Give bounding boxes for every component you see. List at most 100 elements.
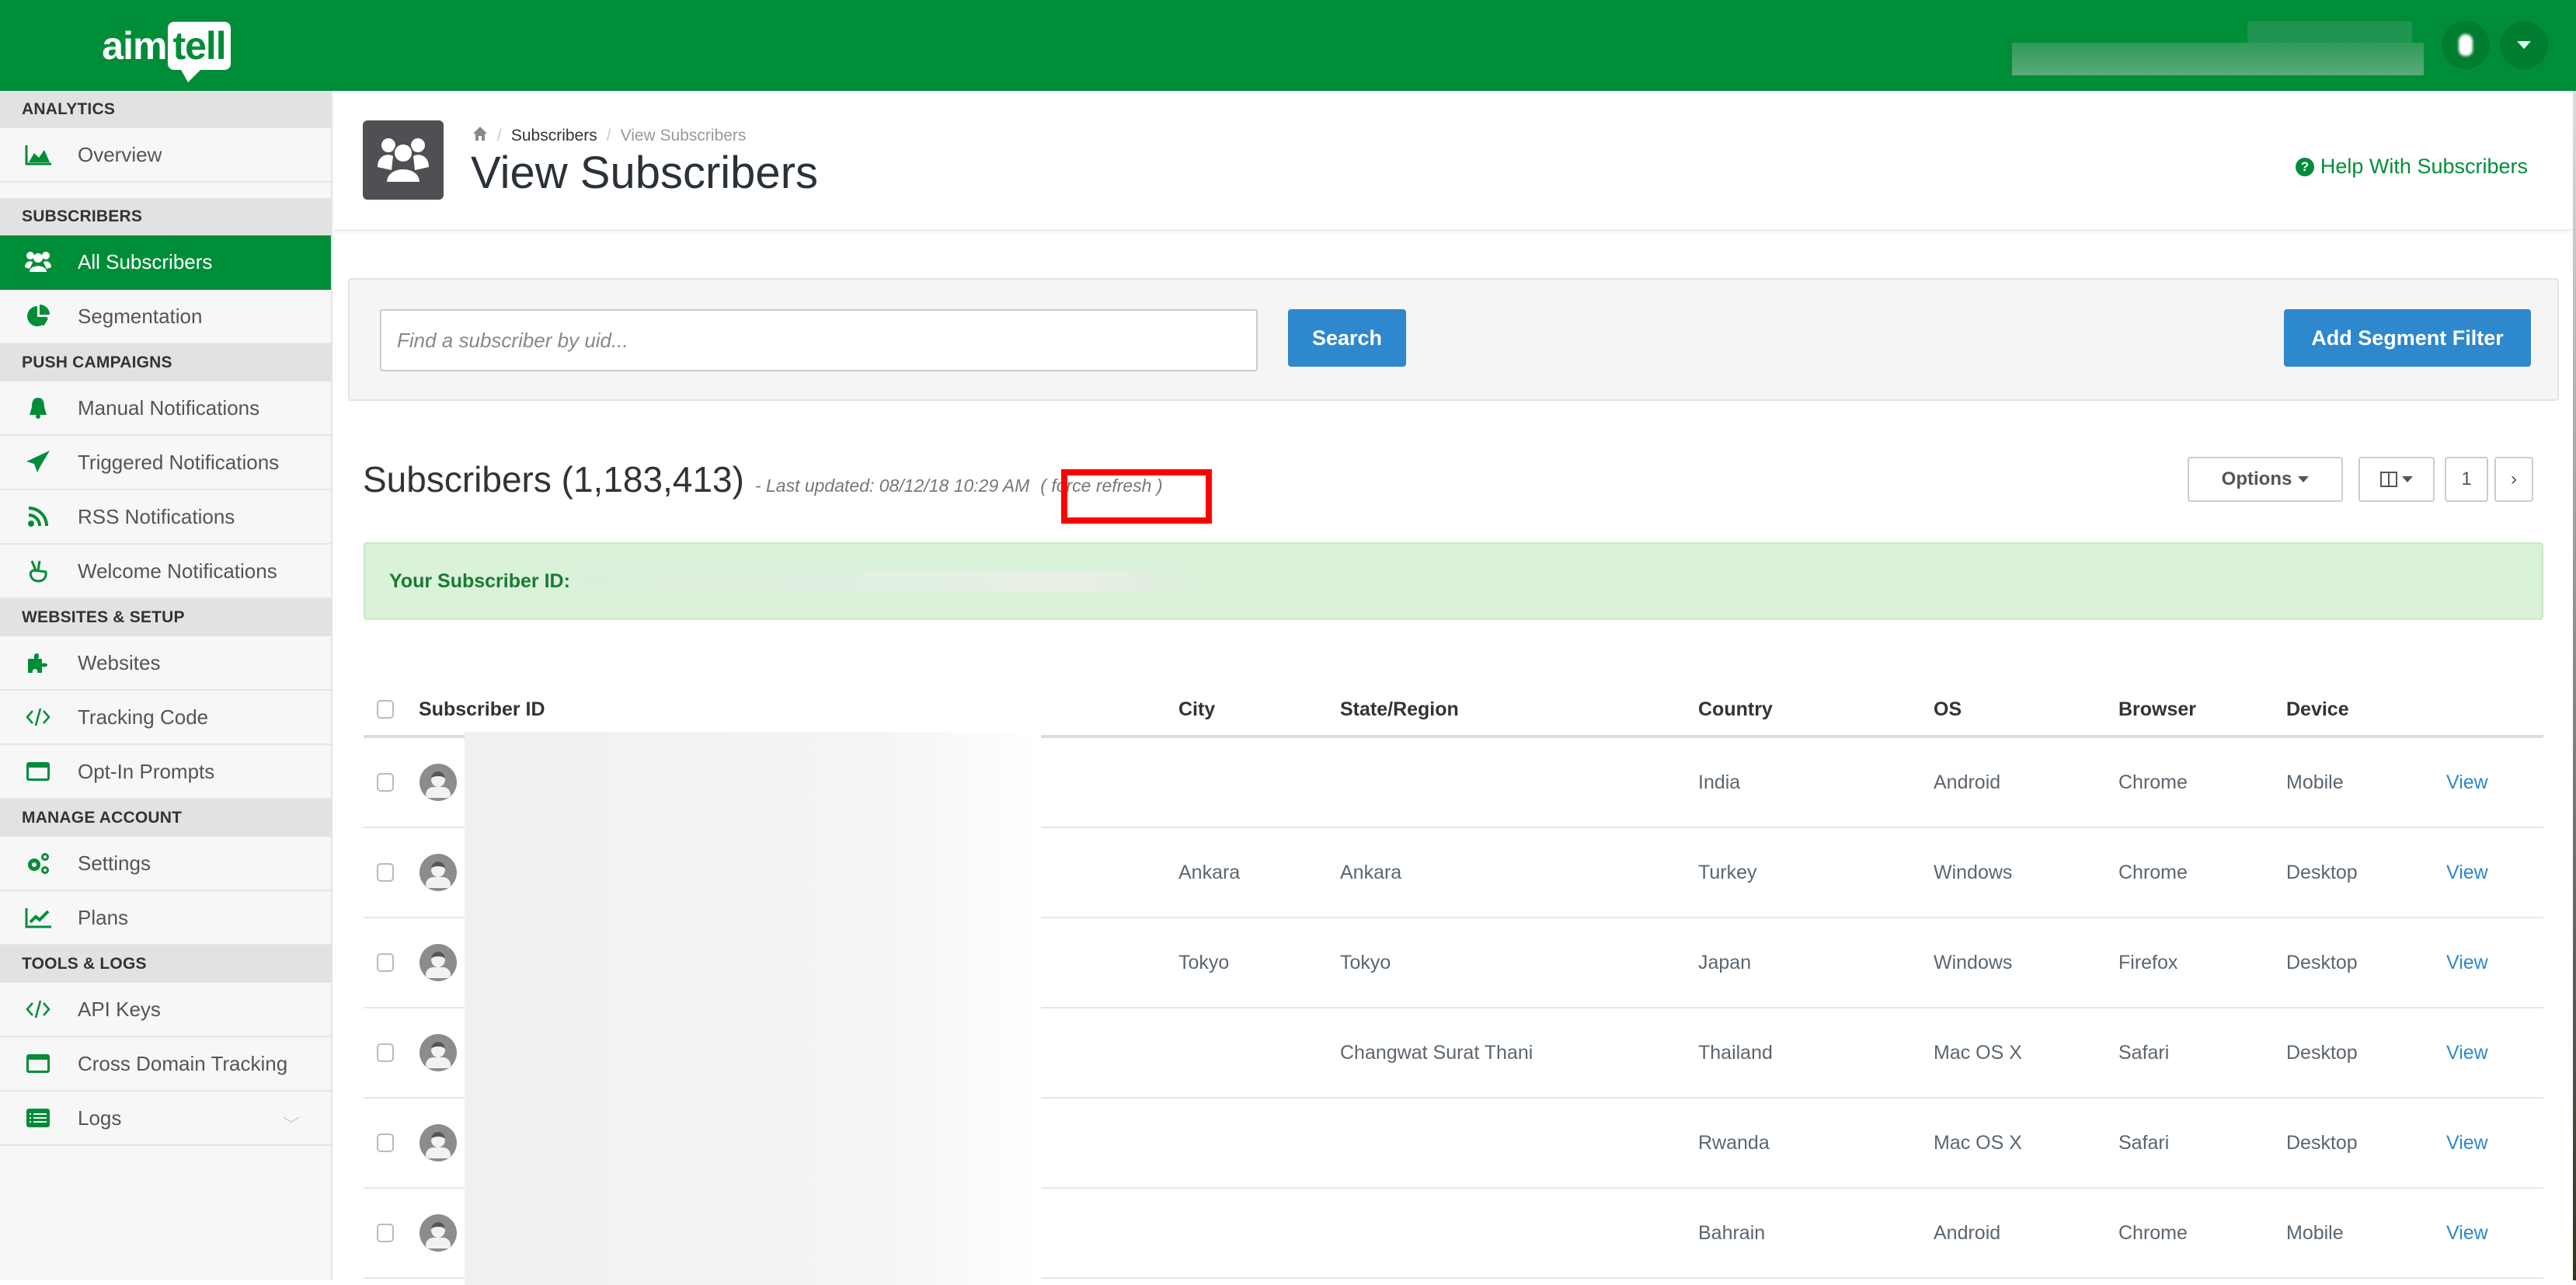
cell-device: Desktop bbox=[2286, 1131, 2358, 1154]
paper-plane-icon bbox=[25, 449, 51, 475]
row-checkbox[interactable] bbox=[377, 1043, 394, 1062]
row-checkbox[interactable] bbox=[377, 863, 394, 882]
highlight-annotation-box bbox=[1061, 469, 1212, 524]
sidebar-item-label: Settings bbox=[78, 851, 151, 875]
sidebar-item-segmentation[interactable]: Segmentation bbox=[0, 290, 331, 344]
cell-state-region: Tokyo bbox=[1340, 951, 1391, 973]
view-subscriber-link[interactable]: View bbox=[2446, 1222, 2488, 1245]
cell-os: Android bbox=[1934, 771, 2001, 793]
row-checkbox[interactable] bbox=[377, 1224, 394, 1242]
row-checkbox[interactable] bbox=[377, 953, 394, 972]
cell-state-region: Ankara bbox=[1340, 861, 1402, 883]
sidebar-item-api-keys[interactable]: API Keys bbox=[0, 983, 331, 1037]
avatar-icon bbox=[419, 854, 457, 891]
sidebar-item-label: Websites bbox=[78, 650, 161, 674]
top-bar: aim tell bbox=[0, 0, 2576, 91]
redacted-subscriber-id bbox=[465, 822, 1041, 925]
column-header-country[interactable]: Country bbox=[1698, 698, 1773, 721]
sidebar-item-label: Triggered Notifications bbox=[78, 450, 280, 474]
options-label: Options bbox=[2221, 468, 2292, 489]
subscriber-search-input[interactable] bbox=[380, 309, 1258, 371]
row-checkbox[interactable] bbox=[377, 1134, 394, 1152]
sidebar-item-welcome-notifications[interactable]: Welcome Notifications bbox=[0, 545, 331, 599]
sidebar-item-websites[interactable]: Websites bbox=[0, 636, 331, 691]
column-header-state-region[interactable]: State/Region bbox=[1340, 698, 1459, 721]
redacted-subscriber-id bbox=[465, 732, 1041, 834]
row-checkbox[interactable] bbox=[377, 773, 394, 792]
logo-text: aim tell bbox=[102, 21, 231, 82]
caret-down-icon bbox=[2298, 476, 2310, 482]
table-row: Rwanda Mac OS X Safari Desktop View bbox=[364, 1092, 2543, 1195]
view-subscriber-link[interactable]: View bbox=[2446, 862, 2488, 884]
cell-browser: Chrome bbox=[2118, 1221, 2188, 1244]
view-subscriber-link[interactable]: View bbox=[2446, 771, 2488, 794]
column-header-device[interactable]: Device bbox=[2286, 698, 2349, 721]
aimtell-logo[interactable]: aim tell bbox=[0, 0, 332, 91]
view-subscriber-link[interactable]: View bbox=[2446, 1042, 2488, 1064]
table-row: Tokyo Tokyo Japan Windows Firefox Desktop View bbox=[364, 912, 2543, 1015]
help-link[interactable]: ? Help With Subscribers bbox=[2295, 155, 2528, 179]
sidebar-item-opt-in-prompts[interactable]: Opt-In Prompts bbox=[0, 745, 331, 799]
sidebar-item-label: RSS Notifications bbox=[78, 504, 235, 528]
rss-icon bbox=[25, 503, 51, 530]
pagination-page-1[interactable]: 1 bbox=[2445, 457, 2488, 502]
search-button[interactable]: Search bbox=[1288, 309, 1406, 367]
sidebar-item-label: Opt-In Prompts bbox=[78, 759, 215, 783]
sidebar-item-manual-notifications[interactable]: Manual Notifications bbox=[0, 381, 331, 436]
cell-browser: Safari bbox=[2118, 1131, 2170, 1154]
subscribers-count-title: Subscribers (1,183,413) bbox=[363, 459, 744, 500]
sidebar-section-manage-account: MANAGE ACCOUNT bbox=[0, 799, 331, 837]
avatar-icon bbox=[419, 1214, 457, 1252]
table-row: Bahrain Android Chrome Mobile View bbox=[364, 1182, 2543, 1285]
column-header-city[interactable]: City bbox=[1178, 698, 1215, 721]
redacted-account-name bbox=[2012, 43, 2424, 75]
sidebar-item-cross-domain-tracking[interactable]: Cross Domain Tracking bbox=[0, 1037, 331, 1092]
add-segment-filter-button[interactable]: Add Segment Filter bbox=[2284, 309, 2531, 367]
sidebar-item-label: All Subscribers bbox=[78, 249, 213, 273]
sidebar-item-logs[interactable]: Logs ⌵ bbox=[0, 1092, 331, 1146]
sidebar: ANALYTICS Overview SUBSCRIBERS All Subsc… bbox=[0, 91, 332, 1280]
sidebar-item-plans[interactable]: Plans bbox=[0, 891, 331, 945]
sidebar-item-label: Welcome Notifications bbox=[78, 559, 277, 583]
subscriber-id-alert: Your Subscriber ID: bbox=[364, 542, 2543, 620]
subscribers-table: Subscriber ID City State/Region Country … bbox=[364, 684, 2543, 1285]
column-header-subscriber-id[interactable]: Subscriber ID bbox=[419, 698, 545, 721]
breadcrumb-subscribers[interactable]: Subscribers bbox=[511, 127, 597, 145]
last-updated-text: - Last updated: 08/12/18 10:29 AM bbox=[754, 475, 1030, 496]
view-subscriber-link[interactable]: View bbox=[2446, 1132, 2488, 1154]
sidebar-item-overview[interactable]: Overview bbox=[0, 128, 331, 183]
cell-os: Windows bbox=[1934, 951, 2013, 973]
column-header-os[interactable]: OS bbox=[1934, 698, 1962, 721]
sidebar-item-label: API Keys bbox=[78, 997, 161, 1021]
cell-device: Desktop bbox=[2286, 861, 2358, 883]
area-chart-icon bbox=[25, 141, 51, 168]
column-header-browser[interactable]: Browser bbox=[2118, 698, 2196, 721]
sidebar-item-all-subscribers[interactable]: All Subscribers bbox=[0, 235, 331, 290]
notifications-button[interactable] bbox=[2442, 21, 2490, 69]
pie-chart-icon bbox=[25, 303, 51, 329]
select-all-checkbox[interactable] bbox=[377, 700, 394, 719]
logo-prefix: aim bbox=[102, 23, 167, 68]
sidebar-item-rss-notifications[interactable]: RSS Notifications bbox=[0, 490, 331, 545]
sidebar-item-settings[interactable]: Settings bbox=[0, 837, 331, 891]
sidebar-section-push-campaigns: PUSH CAMPAIGNS bbox=[0, 344, 331, 381]
sidebar-item-triggered-notifications[interactable]: Triggered Notifications bbox=[0, 436, 331, 490]
home-icon[interactable] bbox=[472, 126, 488, 146]
breadcrumb-current: View Subscribers bbox=[620, 127, 747, 145]
options-dropdown-button[interactable]: Options bbox=[2188, 457, 2343, 502]
pagination-next-button[interactable]: › bbox=[2494, 457, 2533, 502]
view-subscriber-link[interactable]: View bbox=[2446, 952, 2488, 974]
sidebar-item-tracking-code[interactable]: Tracking Code bbox=[0, 691, 331, 745]
user-menu-button[interactable] bbox=[2500, 21, 2548, 69]
line-chart-icon bbox=[25, 904, 51, 931]
columns-icon bbox=[2380, 472, 2397, 487]
users-icon bbox=[363, 120, 444, 200]
cell-browser: Firefox bbox=[2118, 951, 2178, 973]
sidebar-item-label: Segmentation bbox=[78, 304, 203, 328]
sidebar-item-label: Overview bbox=[78, 142, 162, 166]
cell-country: Turkey bbox=[1698, 861, 1757, 883]
chevron-down-icon[interactable]: ⌵ bbox=[283, 1110, 300, 1127]
alert-label: Your Subscriber ID: bbox=[389, 569, 570, 592]
columns-dropdown-button[interactable] bbox=[2358, 457, 2435, 502]
